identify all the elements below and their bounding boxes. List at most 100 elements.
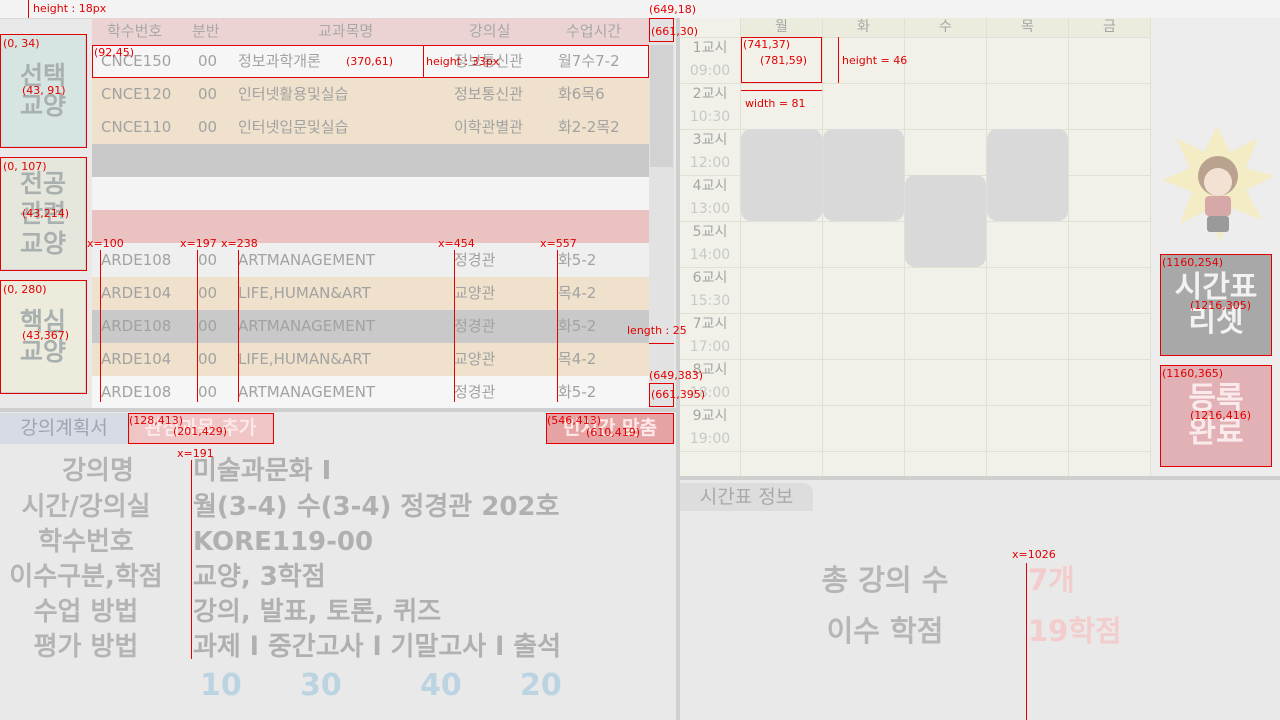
tab-timetable-info[interactable]: 시간표 정보	[680, 483, 813, 511]
annotation-label: x=197	[180, 237, 217, 250]
grid-line	[680, 313, 1150, 314]
annotation-label: (649,18)	[649, 3, 697, 16]
detail-label-category-credit: 이수구분,학점	[9, 562, 163, 592]
period-label: 2교시	[692, 86, 728, 102]
cell-room: 정경관	[454, 383, 496, 401]
cell-room: 이학관별관	[454, 118, 524, 136]
annotation-label: (1216,416)	[1190, 409, 1252, 422]
grid-line	[680, 405, 1150, 406]
annotation-label: x=191	[177, 447, 214, 460]
cell-time: 화2-2목2	[558, 118, 620, 136]
annotation-label: (43,214)	[22, 207, 70, 220]
grid-line	[740, 18, 741, 476]
table-row[interactable]: CNCE110 00 인터넷입문및실습 이학관별관 화2-2목2	[92, 111, 649, 144]
timetable-block[interactable]	[987, 129, 1068, 221]
annotation-line	[100, 250, 101, 402]
period-time: 14:00	[689, 247, 731, 263]
total-credits-label: 이수 학점	[826, 614, 944, 648]
detail-label-course-code: 학수번호	[38, 527, 134, 557]
grid-line	[680, 83, 1150, 84]
cell-code: ARDE104	[101, 350, 172, 368]
timetable-block[interactable]	[741, 129, 822, 221]
table-row[interactable]: ARDE104 00 LIFE,HUMAN&ART 교양관 목4-2	[92, 277, 649, 310]
period-time: 12:00	[689, 155, 731, 171]
annotation-line	[28, 0, 29, 18]
table-row-empty	[92, 177, 649, 210]
timetable-block[interactable]	[823, 129, 904, 221]
annotation-label: (741,37)	[743, 38, 791, 51]
annotation-line	[191, 460, 192, 659]
annotation-line	[454, 250, 455, 402]
header-course-code: 학수번호	[107, 22, 163, 40]
cell-time: 화5-2	[558, 317, 597, 335]
table-row[interactable]: ARDE108 00 ARTMANAGEMENT 정경관 화5-2	[92, 376, 649, 409]
table-row-empty	[92, 144, 649, 177]
detail-category-credit: 교양, 3학점	[193, 562, 326, 592]
cell-name: ARTMANAGEMENT	[238, 251, 376, 269]
annotation-label: (0, 34)	[3, 37, 40, 50]
header-course-name: 교과목명	[318, 22, 374, 40]
annotation-label: (649,383)	[649, 369, 704, 382]
grid-line	[1150, 18, 1151, 476]
annotation-line	[1026, 563, 1027, 720]
timetable-divider	[680, 476, 1280, 480]
table-row[interactable]: ARDE104 00 LIFE,HUMAN&ART 교양관 목4-2	[92, 343, 649, 376]
weight-attendance: 20	[520, 668, 562, 703]
period-label: 4교시	[692, 178, 728, 194]
cell-room: 교양관	[454, 350, 496, 368]
header-section: 분반	[192, 22, 220, 40]
total-credits-value: 19학점	[1028, 614, 1122, 648]
cell-section: 00	[198, 118, 218, 136]
weight-midterm: 30	[300, 668, 342, 703]
detail-course-name: 미술과문화 I	[193, 456, 332, 486]
annotation-label: height = 46	[842, 54, 908, 67]
cell-section: 00	[198, 383, 218, 401]
cell-name: 인터넷활용및실습	[238, 85, 349, 103]
grid-line	[680, 359, 1150, 360]
day-header-fri: 금	[1069, 18, 1150, 37]
cell-code: ARDE108	[101, 383, 172, 401]
period-time: 10:30	[689, 109, 731, 125]
weight-assignment: 10	[200, 668, 242, 703]
cell-time: 화6목6	[558, 85, 605, 103]
annotation-label: (610,419)	[586, 426, 641, 439]
weight-final: 40	[420, 668, 462, 703]
tab-syllabus[interactable]: 강의계획서	[0, 413, 128, 444]
annotation-label: (0, 280)	[3, 283, 47, 296]
annotation-label: (661,30)	[651, 25, 699, 38]
table-row[interactable]: CNCE120 00 인터넷활용및실습 정보통신관 화6목6	[92, 78, 649, 111]
cell-code: CNCE110	[101, 118, 172, 136]
day-header-tue: 화	[823, 18, 904, 37]
annotation-line	[557, 250, 558, 402]
annotation-label: (0, 107)	[3, 160, 47, 173]
grid-line	[986, 18, 987, 476]
table-row[interactable]: ARDE108 00 ARTMANAGEMENT 정경관 화5-2	[92, 310, 649, 343]
annotation-label: (1160,365)	[1162, 367, 1224, 380]
annotation-label: x=238	[221, 237, 258, 250]
header-room: 강의실	[469, 22, 511, 40]
cell-code: CNCE120	[101, 85, 172, 103]
detail-label-teaching-method: 수업 방법	[33, 597, 139, 627]
annotation-line	[423, 45, 424, 78]
table-scrollbar-thumb[interactable]	[650, 45, 673, 167]
detail-label-course-name: 강의명	[62, 456, 134, 486]
cell-time: 화5-2	[558, 383, 597, 401]
cell-code: ARDE104	[101, 284, 172, 302]
period-label: 1교시	[692, 40, 728, 56]
cell-name: 인터넷입문및실습	[238, 118, 349, 136]
annotation-label: x=100	[87, 237, 124, 250]
cell-name: ARTMANAGEMENT	[238, 383, 376, 401]
annotation-label: (43, 91)	[22, 84, 66, 97]
section-divider	[0, 408, 676, 412]
annotation-label: (661,395)	[651, 388, 706, 401]
timetable-block[interactable]	[905, 175, 986, 267]
period-time: 15:30	[689, 293, 731, 309]
period-label: 6교시	[692, 270, 728, 286]
cell-name: LIFE,HUMAN&ART	[238, 350, 371, 368]
annotation-label: (43,367)	[22, 329, 70, 342]
cell-name: LIFE,HUMAN&ART	[238, 284, 371, 302]
cell-section: 00	[198, 284, 218, 302]
detail-course-code: KORE119-00	[193, 527, 374, 557]
day-header-mon: 월	[741, 18, 822, 37]
annotation-line	[238, 250, 239, 402]
